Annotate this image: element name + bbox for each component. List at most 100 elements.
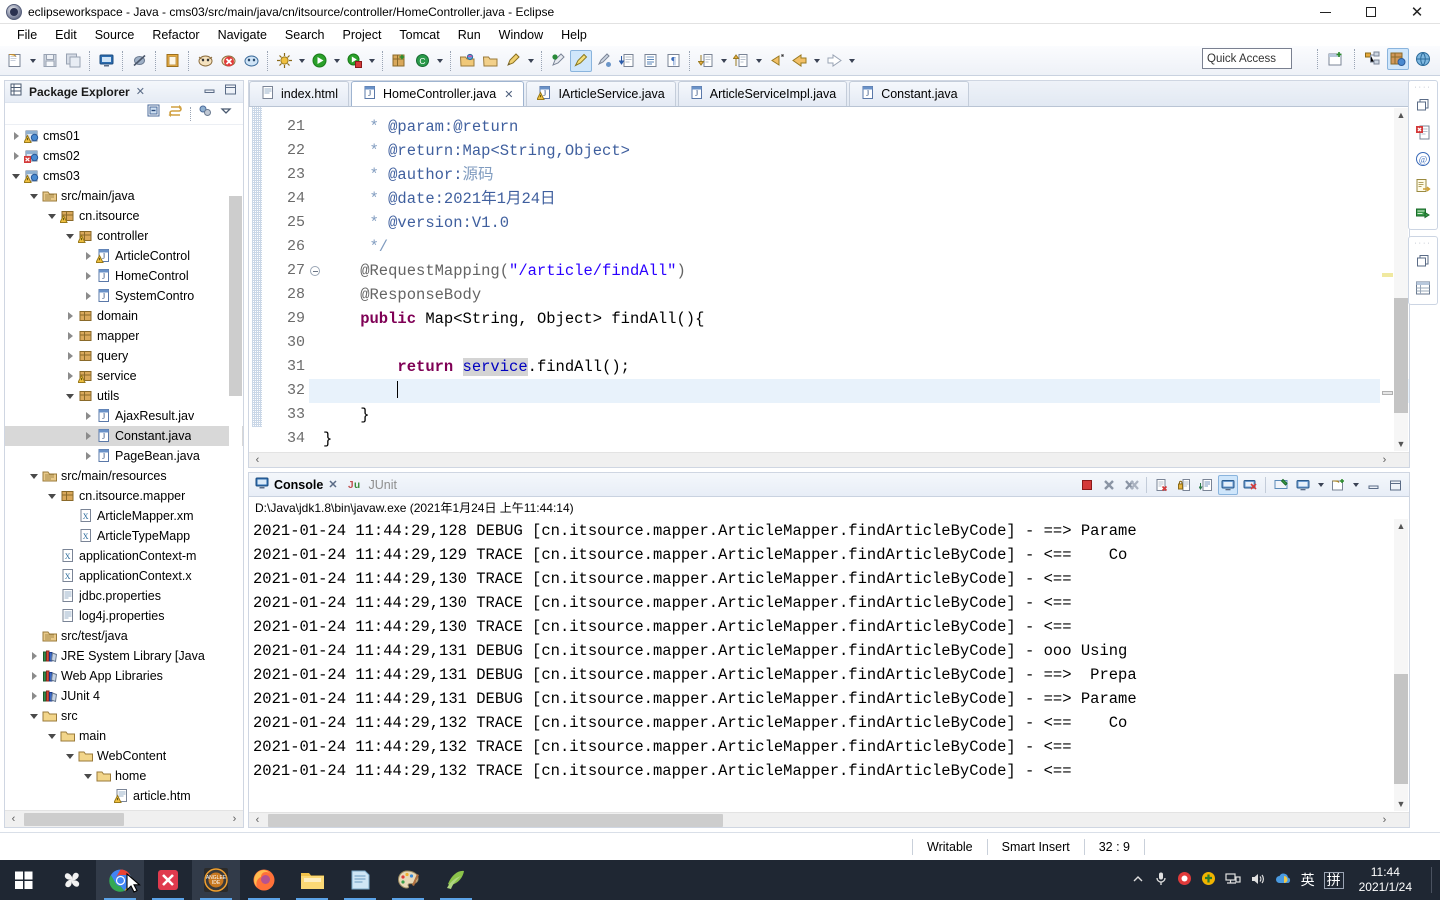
- tree-item[interactable]: J ArticleControl: [5, 246, 243, 266]
- search-icon[interactable]: [502, 50, 524, 72]
- new-java-class-icon[interactable]: C: [411, 50, 433, 72]
- forward-icon[interactable]: [823, 50, 845, 72]
- new-class-dropdown-arrow[interactable]: [434, 50, 445, 72]
- menu-tomcat[interactable]: Tomcat: [390, 26, 448, 44]
- tree-item[interactable]: JRE System Library [Java: [5, 646, 243, 666]
- editor-hscrollbar[interactable]: ‹ ›: [249, 452, 1409, 467]
- tree-item[interactable]: J SystemContro: [5, 286, 243, 306]
- maximize-icon[interactable]: [224, 83, 237, 101]
- tree-item[interactable]: src/main/java: [5, 186, 243, 206]
- chevron-down-icon[interactable]: [9, 166, 23, 186]
- tree-item[interactable]: J Constant.java: [5, 426, 243, 446]
- taskbar-app-notepad[interactable]: [336, 860, 384, 900]
- tree-item[interactable]: X ArticleTypeMapp: [5, 526, 243, 546]
- chevron-right-icon[interactable]: [9, 126, 23, 146]
- taskbar-app-firefox[interactable]: [240, 860, 288, 900]
- new-package-icon[interactable]: [388, 50, 410, 72]
- tree-item[interactable]: controller: [5, 226, 243, 246]
- restore-icon[interactable]: [1410, 92, 1436, 118]
- tree-item[interactable]: J PageBean.java: [5, 446, 243, 466]
- tree-item[interactable]: jdbc.properties: [5, 586, 243, 606]
- editor-tab-iarticleservice-java[interactable]: J IArticleService.java: [526, 81, 676, 106]
- code-line[interactable]: @RequestMapping("/article/findAll"): [309, 259, 1409, 283]
- chevron-right-icon[interactable]: [81, 266, 95, 286]
- open-perspective-icon[interactable]: [1325, 48, 1347, 70]
- show-whitespace-icon[interactable]: [639, 50, 661, 72]
- chevron-down-icon[interactable]: [45, 726, 59, 746]
- chevron-down-icon[interactable]: [81, 766, 95, 786]
- editor-tab-constant-java[interactable]: J Constant.java: [849, 81, 969, 106]
- perspective-web-icon[interactable]: [1412, 48, 1434, 70]
- save-icon[interactable]: [39, 50, 61, 72]
- tab-junit[interactable]: Ju JUnit: [348, 477, 397, 493]
- drag-handle[interactable]: ····: [1409, 239, 1437, 247]
- console-hscrollbar[interactable]: ‹ ›: [249, 812, 1409, 827]
- chevron-down-icon[interactable]: [27, 706, 41, 726]
- microphone-icon[interactable]: [1154, 871, 1168, 890]
- debug-dropdown-arrow[interactable]: [296, 50, 307, 72]
- open-type-icon[interactable]: [456, 50, 478, 72]
- minimize-icon[interactable]: [203, 83, 216, 101]
- terminate-icon[interactable]: [1077, 475, 1097, 495]
- menu-help[interactable]: Help: [552, 26, 596, 44]
- open-console-icon[interactable]: [1328, 475, 1348, 495]
- scroll-right-icon[interactable]: ›: [226, 811, 243, 828]
- show-source-icon[interactable]: ¶: [662, 50, 684, 72]
- code-line[interactable]: public Map<String, Object> findAll(){: [309, 307, 1409, 331]
- skip-breakpoints-icon[interactable]: [128, 50, 150, 72]
- scroll-down-icon[interactable]: ▼: [1394, 797, 1408, 811]
- maximize-button[interactable]: [1348, 0, 1394, 24]
- chevron-right-icon[interactable]: [81, 286, 95, 306]
- chevron-down-icon[interactable]: [27, 186, 41, 206]
- scroll-down-icon[interactable]: ▼: [1394, 437, 1408, 451]
- close-icon[interactable]: ✕: [504, 88, 513, 101]
- scrollbar-thumb[interactable]: [24, 812, 124, 826]
- tree-item[interactable]: article.htm: [5, 786, 243, 806]
- pin-console-icon[interactable]: [1271, 475, 1291, 495]
- problems-view-icon[interactable]: [1410, 119, 1436, 145]
- view-menu-icon[interactable]: [219, 104, 233, 123]
- scroll-up-icon[interactable]: ▲: [1394, 519, 1408, 533]
- run-icon[interactable]: [308, 50, 330, 72]
- tree-item[interactable]: service: [5, 366, 243, 386]
- menu-file[interactable]: File: [8, 26, 46, 44]
- tree-item[interactable]: XapplicationContext.x: [5, 566, 243, 586]
- scroll-lock-icon[interactable]: [1174, 475, 1194, 495]
- overview-marker-occurrence[interactable]: [1382, 391, 1393, 395]
- remove-all-terminated-icon[interactable]: [1121, 475, 1141, 495]
- tree-item[interactable]: main: [5, 726, 243, 746]
- overview-marker-warning[interactable]: [1382, 273, 1393, 277]
- tree-item[interactable]: cms02: [5, 146, 243, 166]
- editor-code-lines[interactable]: * @param:@return * @return:Map<String,Ob…: [309, 107, 1409, 451]
- package-explorer-hscrollbar[interactable]: ‹ ›: [5, 810, 243, 827]
- menu-navigate[interactable]: Navigate: [209, 26, 276, 44]
- code-line[interactable]: [309, 379, 1409, 403]
- word-wrap-icon[interactable]: [1196, 475, 1216, 495]
- show-console-on-error-icon[interactable]: [1240, 475, 1260, 495]
- code-line[interactable]: return service.findAll();: [309, 355, 1409, 379]
- tree-item[interactable]: domain: [5, 306, 243, 326]
- chevron-down-icon[interactable]: [45, 206, 59, 226]
- scrollbar-thumb[interactable]: [1394, 298, 1408, 413]
- chevron-right-icon[interactable]: [81, 246, 95, 266]
- tab-console[interactable]: Console ✕: [255, 476, 338, 493]
- scroll-left-icon[interactable]: ‹: [5, 811, 22, 828]
- debug-icon[interactable]: [273, 50, 295, 72]
- tree-item[interactable]: cn.itsource: [5, 206, 243, 226]
- open-console-dropdown-arrow[interactable]: [1350, 474, 1361, 496]
- tree-item[interactable]: X ArticleMapper.xm: [5, 506, 243, 526]
- editor-marker-bar[interactable]: [249, 107, 265, 451]
- scroll-left-icon[interactable]: ‹: [249, 452, 266, 469]
- close-icon[interactable]: ✕: [328, 478, 337, 491]
- last-edit-location-icon[interactable]: [765, 50, 787, 72]
- package-explorer-tree[interactable]: cms01 cms02 cms03 src/main/java cn.itsource c…: [5, 126, 243, 809]
- ime-language-icon[interactable]: 英: [1301, 870, 1315, 890]
- chevron-right-icon[interactable]: [63, 326, 77, 346]
- menu-refactor[interactable]: Refactor: [143, 26, 208, 44]
- declaration-view-icon[interactable]: [1410, 173, 1436, 199]
- recording-icon[interactable]: [1177, 871, 1192, 889]
- scroll-up-icon[interactable]: ▲: [1394, 108, 1408, 122]
- taskbar-app-fan[interactable]: [48, 860, 96, 900]
- console-vscrollbar[interactable]: ▲ ▼: [1394, 519, 1408, 811]
- scrollbar-thumb[interactable]: [268, 813, 723, 827]
